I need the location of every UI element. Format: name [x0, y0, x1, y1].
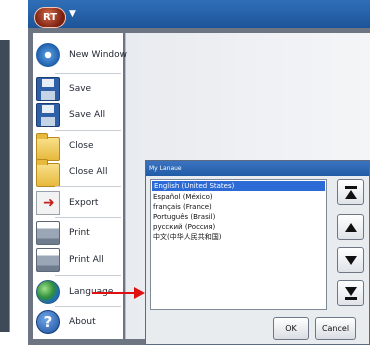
- quick-access-dropdown-icon[interactable]: ▼: [69, 9, 76, 19]
- callout-arrow-head: [134, 287, 145, 299]
- menu-item-label: Print: [69, 228, 90, 238]
- menu-item-label: Print All: [69, 255, 104, 265]
- menu-item-label: Close All: [69, 167, 108, 177]
- menu-item-label: Save All: [69, 110, 106, 120]
- gear-icon: [36, 43, 60, 67]
- move-down-icon: [344, 255, 357, 265]
- language-dialog: My Lanaue English (United States) Españo…: [145, 160, 370, 345]
- menu-separator: [55, 186, 121, 187]
- cancel-button[interactable]: Cancel: [315, 317, 356, 340]
- help-icon: ?: [36, 310, 60, 334]
- printer-icon: [36, 221, 60, 245]
- menu-item-new-window[interactable]: New Window: [35, 40, 127, 70]
- list-item[interactable]: Español (México): [151, 192, 326, 202]
- list-item[interactable]: 中文(中华人民共和国): [151, 232, 326, 242]
- list-item[interactable]: Português (Brasil): [151, 212, 326, 222]
- folder-icon: [36, 159, 60, 187]
- list-item[interactable]: English (United States): [152, 181, 325, 191]
- menu-separator: [55, 275, 121, 276]
- menu-item-print-all[interactable]: Print All: [35, 245, 121, 275]
- ok-button[interactable]: OK: [273, 317, 309, 340]
- dialog-title: My Lanaue: [146, 161, 369, 176]
- menu-item-export[interactable]: Export: [35, 188, 121, 218]
- list-item[interactable]: русский (Россия): [151, 222, 326, 232]
- move-up-button[interactable]: [337, 214, 364, 240]
- menu-item-label: Export: [69, 198, 99, 208]
- export-icon: [36, 191, 60, 215]
- printer-icon: [36, 248, 60, 272]
- move-down-button[interactable]: [337, 247, 364, 273]
- callout-arrow-line: [92, 292, 136, 294]
- list-item[interactable]: français (France): [151, 202, 326, 212]
- move-to-bottom-button[interactable]: [337, 280, 364, 306]
- move-top-icon: [344, 185, 357, 199]
- menu-item-close-all[interactable]: Close All: [35, 157, 121, 187]
- move-bottom-icon: [344, 286, 357, 300]
- globe-icon: [36, 280, 60, 304]
- menu-item-label: About: [69, 317, 96, 327]
- background-window-edge: [0, 40, 10, 332]
- menu-item-label: Close: [69, 141, 94, 151]
- title-bar: [28, 0, 370, 28]
- move-up-icon: [344, 222, 357, 232]
- menu-item-about[interactable]: ? About: [35, 307, 121, 337]
- floppy-disk-icon: [36, 103, 60, 127]
- move-to-top-button[interactable]: [337, 179, 364, 205]
- menu-item-label: Save: [69, 84, 92, 94]
- menu-item-save-all[interactable]: Save All: [35, 100, 121, 130]
- menu-item-print[interactable]: Print: [35, 218, 121, 248]
- language-list[interactable]: English (United States) Español (México)…: [150, 179, 327, 310]
- floppy-disk-icon: [36, 77, 60, 101]
- menu-item-label: New Window: [69, 50, 127, 60]
- application-button[interactable]: RT: [34, 7, 66, 28]
